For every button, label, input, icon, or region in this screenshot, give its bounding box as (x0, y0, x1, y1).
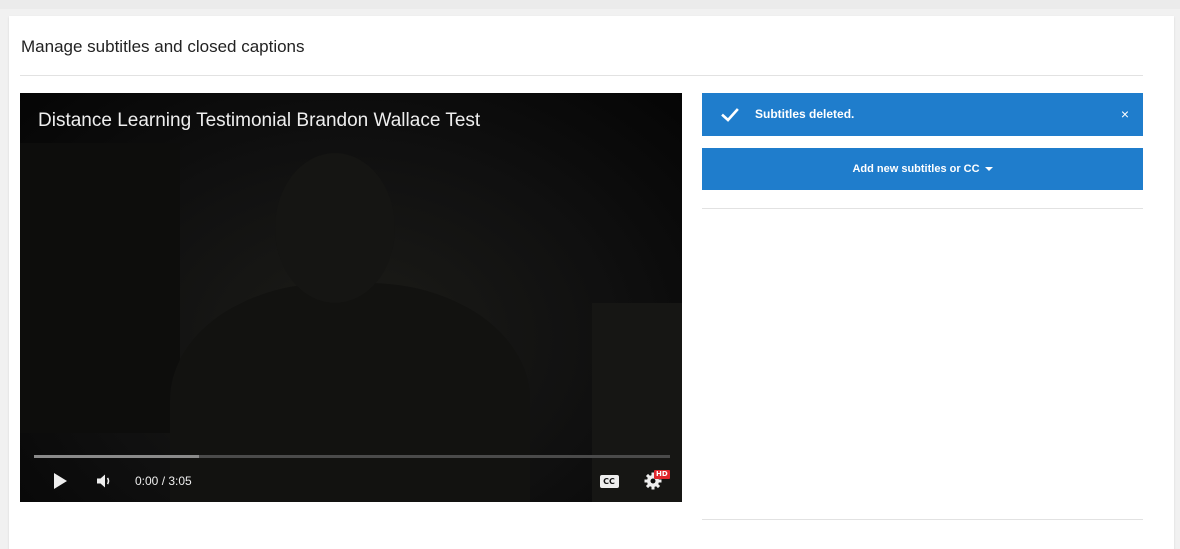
volume-icon (97, 474, 110, 488)
time-display: 0:00 / 3:05 (135, 474, 192, 488)
video-player[interactable]: Distance Learning Testimonial Brandon Wa… (20, 93, 682, 502)
cc-icon: CC (599, 474, 619, 488)
caret-down-icon (984, 167, 993, 171)
panel-divider-bottom (702, 519, 1143, 520)
page-title: Manage subtitles and closed captions (21, 37, 305, 56)
add-subtitles-button[interactable]: Add new subtitles or CC (702, 148, 1143, 190)
play-button[interactable] (48, 465, 72, 497)
progress-buffered (34, 455, 200, 458)
video-frame (20, 93, 682, 502)
panel-divider (702, 208, 1143, 209)
hd-badge: HD (654, 470, 670, 479)
video-title[interactable]: Distance Learning Testimonial Brandon Wa… (38, 109, 480, 133)
play-icon (54, 473, 67, 489)
close-icon[interactable]: × (1121, 93, 1129, 136)
check-icon (721, 108, 739, 122)
success-alert: Subtitles deleted. × (702, 93, 1143, 136)
captions-button[interactable]: CC (595, 465, 623, 497)
title-divider (20, 75, 1143, 76)
settings-button[interactable]: HD (638, 465, 670, 497)
progress-bar[interactable] (34, 455, 670, 458)
player-controls: 0:00 / 3:05 CC HD (20, 465, 682, 497)
alert-message: Subtitles deleted. (755, 107, 855, 121)
top-bar (0, 0, 1180, 9)
add-subtitles-label: Add new subtitles or CC (852, 163, 980, 175)
volume-button[interactable] (92, 465, 118, 497)
